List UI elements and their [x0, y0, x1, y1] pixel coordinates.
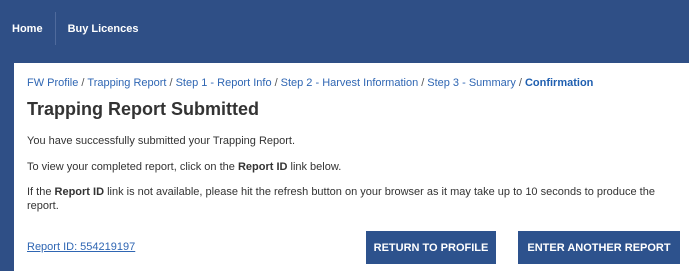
breadcrumb-separator: /	[421, 77, 425, 89]
breadcrumb-step-2[interactable]: Step 2 - Harvest Information	[281, 77, 419, 89]
instruction-text: To view your completed report, click on …	[27, 161, 238, 173]
success-message: You have successfully submitted your Tra…	[27, 135, 296, 147]
breadcrumb-fw-profile[interactable]: FW Profile	[27, 77, 78, 89]
report-id-link[interactable]: Report ID: 554219197	[27, 241, 135, 253]
content-panel: FW Profile / Trapping Report / Step 1 - Repo…	[14, 63, 689, 271]
refresh-instructions: If the Report ID link is not available, …	[27, 185, 657, 213]
enter-another-report-button[interactable]: ENTER ANOTHER REPORT	[518, 231, 680, 264]
instruction-text: If the	[27, 186, 55, 198]
breadcrumb-step-1[interactable]: Step 1 - Report Info	[176, 77, 272, 89]
page-title: Trapping Report Submitted	[27, 99, 259, 119]
breadcrumb-separator: /	[169, 77, 173, 89]
instruction-emphasis: Report ID	[237, 161, 288, 173]
nav-home[interactable]: Home	[0, 0, 55, 57]
breadcrumb-trapping-report[interactable]: Trapping Report	[87, 77, 166, 89]
instruction-emphasis: Report ID	[54, 186, 105, 198]
instruction-text: link below.	[287, 161, 342, 173]
breadcrumb-separator: /	[518, 77, 522, 89]
breadcrumb-separator: /	[81, 77, 85, 89]
return-to-profile-button[interactable]: RETURN TO PROFILE	[366, 231, 496, 264]
top-nav: Home Buy Licences	[0, 0, 689, 57]
breadcrumb: FW Profile / Trapping Report / Step 1 - Repo…	[27, 77, 593, 89]
view-report-instructions: To view your completed report, click on …	[27, 160, 341, 174]
breadcrumb-current: Confirmation	[524, 77, 594, 89]
instruction-text: link is not available, please hit the re…	[27, 186, 655, 212]
breadcrumb-separator: /	[274, 77, 278, 89]
nav-buy-licences[interactable]: Buy Licences	[56, 0, 151, 57]
breadcrumb-step-3[interactable]: Step 3 - Summary	[427, 77, 516, 89]
